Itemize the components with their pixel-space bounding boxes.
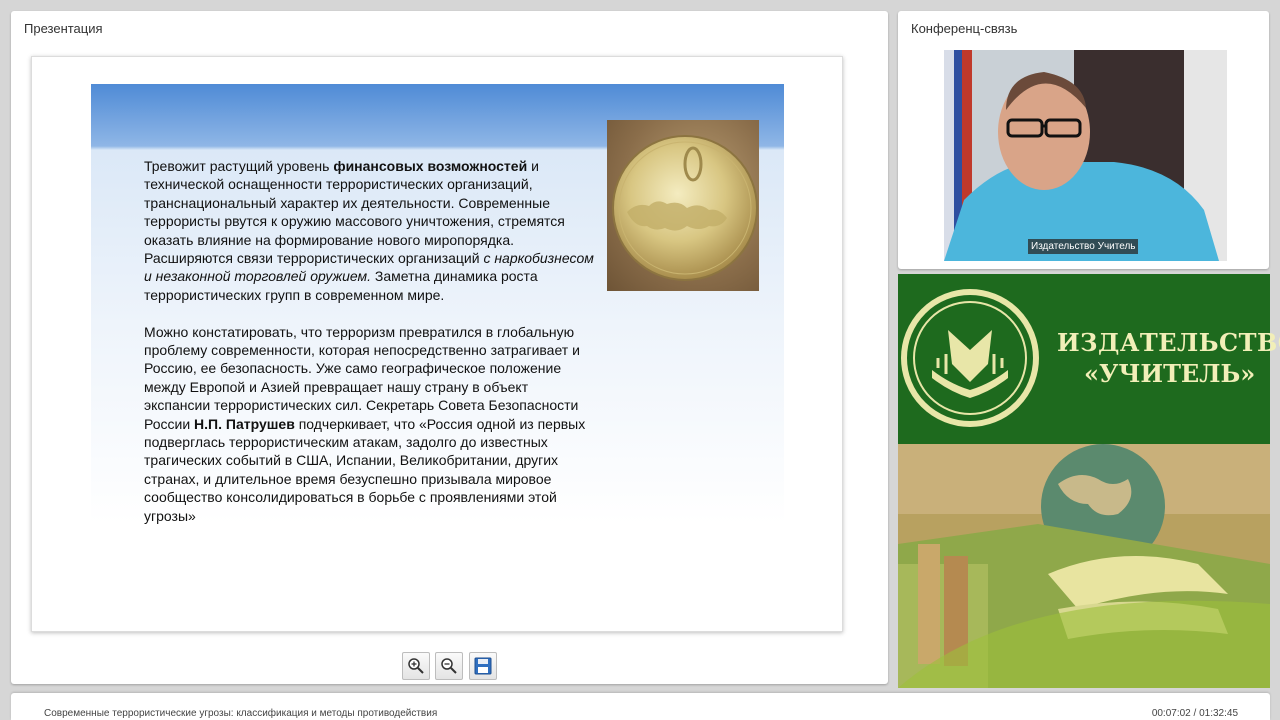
conference-panel-title: Конференц-связь [911, 21, 1018, 36]
save-icon [474, 657, 492, 675]
presentation-panel: Презентация Тревожит растущий уровень фи… [11, 11, 888, 684]
slide-paragraph-1: Тревожит растущий уровень финансовых воз… [144, 157, 594, 304]
conference-panel: Конференц-связь Издательство Учитель [898, 11, 1269, 269]
slide-paragraph-2: Можно констатировать, что терроризм прев… [144, 323, 594, 525]
publisher-banner: ИЗДАТЕЛЬСТВО «УЧИТЕЛЬ» [898, 274, 1280, 444]
player-bottom-bar: Современные террористические угрозы: кла… [11, 693, 1270, 720]
slide-text-bold: финансовых возможностей [333, 158, 528, 174]
coin-image [607, 120, 759, 291]
zoom-out-icon [441, 658, 457, 674]
books-globe-image [898, 444, 1270, 688]
zoom-in-button[interactable] [402, 652, 430, 680]
slide: Тревожит растущий уровень финансовых воз… [31, 56, 843, 632]
slide-text-run: Тревожит растущий уровень [144, 158, 334, 174]
save-button[interactable] [469, 652, 497, 680]
video-feed[interactable]: Издательство Учитель [944, 50, 1227, 261]
slide-text: Тревожит растущий уровень финансовых воз… [144, 157, 594, 544]
slide-text-bold: Н.П. Патрушев [194, 415, 295, 432]
publisher-name-line2: «УЧИТЕЛЬ» [1084, 359, 1256, 388]
video-caption: Издательство Учитель [1028, 239, 1139, 254]
lecture-title: Современные террористические угрозы: кла… [44, 708, 438, 719]
publisher-name-line1: ИЗДАТЕЛЬСТВО [1057, 328, 1280, 357]
video-frame [944, 50, 1227, 261]
publisher-logo-icon [901, 289, 1039, 427]
playback-time: 00:07:02 / 01:32:45 [1151, 708, 1238, 719]
zoom-in-icon [408, 658, 424, 674]
zoom-out-button[interactable] [435, 652, 463, 680]
presentation-panel-title: Презентация [24, 21, 103, 36]
